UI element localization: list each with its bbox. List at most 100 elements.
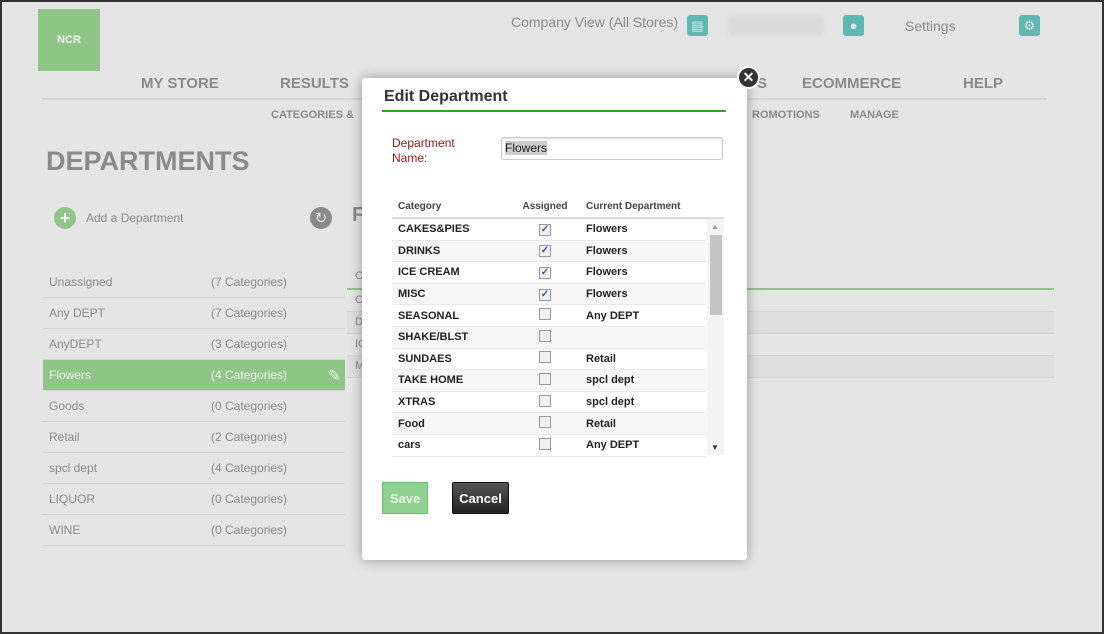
department-name: Unassigned [49, 275, 113, 289]
assigned-checkbox[interactable] [539, 394, 551, 407]
category-name: cars [398, 439, 421, 452]
department-item[interactable]: AnyDEPT (3 Categories) [43, 329, 345, 360]
category-name: MISC [398, 288, 426, 301]
user-icon[interactable]: ● [843, 15, 864, 36]
nav-help[interactable]: HELP [963, 75, 1003, 92]
subnav-manage[interactable]: MANAGE [850, 109, 899, 121]
department-item[interactable]: WINE (0 Categories) [43, 515, 345, 546]
assigned-checkbox[interactable] [539, 416, 551, 429]
department-item[interactable]: Goods (0 Categories) [43, 391, 345, 422]
category-row: SEASONAL Any DEPT [392, 305, 706, 327]
cancel-button[interactable]: Cancel [452, 482, 509, 514]
category-name: TAKE HOME [398, 374, 464, 387]
col-category: Category [398, 201, 442, 212]
logo-text: NCR [57, 34, 81, 46]
nav-my-store[interactable]: MY STORE [141, 75, 219, 92]
scroll-up-icon[interactable]: ▲ [711, 222, 719, 231]
department-count: (0 Categories) [211, 399, 288, 413]
department-count: (7 Categories) [211, 275, 288, 289]
department-name-label: Department Name: [392, 136, 455, 165]
current-department: Any DEPT [586, 439, 640, 452]
category-table-body: CAKES&PIES ✓ Flowers DRINKS ✓ Flowers ICE CREA… [392, 219, 724, 457]
department-item[interactable]: Flowers (4 Categories) ✎ [43, 360, 345, 391]
scrollbar-thumb[interactable] [710, 235, 722, 315]
pencil-icon[interactable]: ✎ [328, 366, 341, 386]
gear-icon[interactable]: ⚙ [1019, 15, 1040, 36]
assigned-checkbox[interactable] [539, 308, 551, 321]
category-name: ICE CREAM [398, 266, 460, 279]
subnav-promotions[interactable]: ROMOTIONS [752, 109, 820, 121]
department-item[interactable]: Any DEPT (7 Categories) [43, 298, 345, 329]
department-item[interactable]: Retail (2 Categories) [43, 422, 345, 453]
category-row: ICE CREAM ✓ Flowers [392, 262, 706, 284]
assigned-checkbox[interactable] [539, 329, 551, 342]
category-name: SUNDAES [398, 352, 452, 365]
department-name: LIQUOR [49, 492, 96, 506]
category-row: DRINKS ✓ Flowers [392, 240, 706, 263]
department-name: WINE [49, 523, 81, 537]
subnav-categories[interactable]: CATEGORIES & [271, 109, 354, 121]
department-name: AnyDEPT [49, 337, 102, 351]
category-row: cars Any DEPT [392, 435, 706, 457]
department-count: (2 Categories) [211, 430, 288, 444]
scrollbar[interactable]: ▲ ▼ [707, 219, 724, 455]
refresh-icon[interactable]: ↻ [310, 207, 332, 229]
save-button[interactable]: Save [382, 482, 428, 514]
department-name: Goods [49, 399, 85, 413]
category-name: DRINKS [398, 244, 441, 257]
settings-link[interactable]: Settings [905, 18, 956, 34]
department-name-input[interactable]: Flowers [501, 137, 723, 160]
store-icon[interactable]: ▤ [687, 15, 708, 36]
department-name: Flowers [49, 368, 92, 382]
department-item[interactable]: Unassigned (7 Categories) [43, 267, 345, 298]
category-name: XTRAS [398, 396, 436, 409]
assigned-checkbox[interactable]: ✓ [539, 245, 551, 258]
category-row: XTRAS spcl dept [392, 392, 706, 414]
category-table: Category Assigned Current Department CAK… [392, 196, 724, 457]
department-count: (4 Categories) [211, 368, 288, 382]
add-department-button[interactable]: + Add a Department [54, 207, 183, 229]
assigned-checkbox[interactable] [539, 437, 551, 450]
department-list: Unassigned (7 Categories) Any DEPT (7 Categ… [43, 267, 345, 546]
department-count: (3 Categories) [211, 337, 288, 351]
current-department: Flowers [586, 288, 628, 301]
current-department: Flowers [586, 244, 628, 257]
assigned-checkbox[interactable]: ✓ [539, 288, 551, 301]
department-name: spcl dept [49, 461, 98, 475]
current-department: Flowers [586, 266, 628, 279]
category-name: SEASONAL [398, 309, 460, 322]
assigned-checkbox[interactable] [539, 351, 551, 364]
current-department: Flowers [586, 223, 628, 236]
scroll-down-icon[interactable]: ▼ [711, 443, 719, 452]
assigned-checkbox[interactable]: ✓ [539, 266, 551, 279]
current-department: Retail [586, 352, 616, 365]
current-department: spcl dept [586, 396, 635, 409]
col-assigned: Assigned [522, 201, 568, 212]
current-department: spcl dept [586, 374, 635, 387]
nav-ecommerce[interactable]: ECOMMERCE [802, 75, 901, 92]
user-name-blurred [728, 16, 823, 36]
department-name-value: Flowers [505, 141, 548, 155]
current-department: Retail [586, 417, 616, 430]
department-item[interactable]: LIQUOR (0 Categories) [43, 484, 345, 515]
department-count: (4 Categories) [211, 461, 288, 475]
col-current-department: Current Department [586, 201, 681, 212]
department-item[interactable]: spcl dept (4 Categories) [43, 453, 345, 484]
edit-department-modal: Edit Department Department Name: Flowers… [362, 78, 747, 560]
assigned-checkbox[interactable]: ✓ [539, 223, 551, 236]
ncr-logo[interactable]: NCR [38, 9, 100, 71]
category-row: Food Retail [392, 413, 706, 435]
modal-title: Edit Department [384, 88, 508, 105]
page-title: DEPARTMENTS [46, 146, 250, 176]
category-name: SHAKE/BLST [398, 331, 469, 344]
company-view-label[interactable]: Company View (All Stores) [511, 14, 678, 30]
modal-title-rule [382, 110, 726, 112]
category-row: SHAKE/BLST [392, 326, 706, 349]
assigned-checkbox[interactable] [539, 372, 551, 385]
close-icon[interactable]: ✕ [737, 66, 760, 89]
nav-results[interactable]: RESULTS [280, 75, 349, 92]
add-department-label: Add a Department [86, 211, 184, 225]
department-count: (0 Categories) [211, 492, 288, 506]
category-row: TAKE HOME spcl dept [392, 370, 706, 392]
category-name: Food [398, 417, 425, 430]
